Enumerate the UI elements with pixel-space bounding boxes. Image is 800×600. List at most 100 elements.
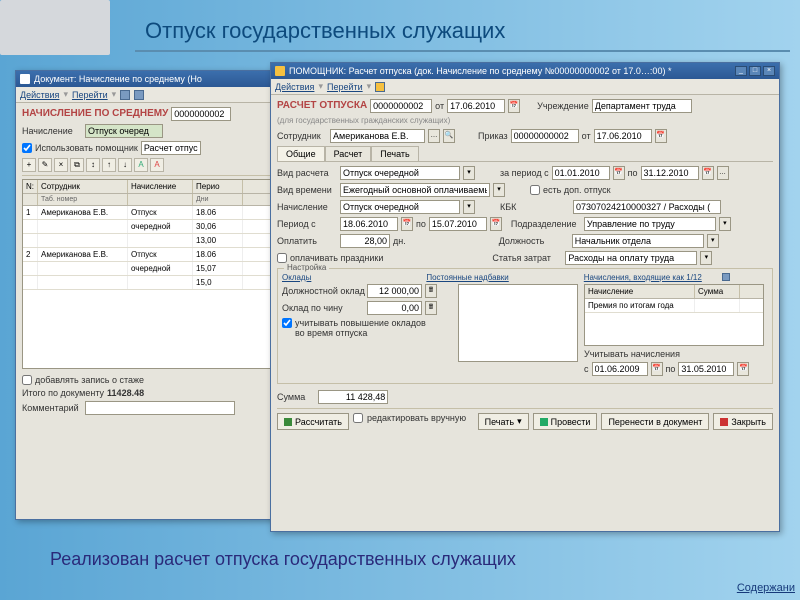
employee-input[interactable]: [330, 129, 425, 143]
menu-actions[interactable]: Действия: [20, 90, 59, 100]
accrual2-input[interactable]: [340, 200, 460, 214]
col-accruals[interactable]: Начисления, входящие как 1/12: [584, 273, 702, 282]
col-salary[interactable]: Оклады: [282, 273, 311, 282]
tb-b[interactable]: A: [150, 158, 164, 172]
consider-from-input[interactable]: [592, 362, 648, 376]
tb-edit[interactable]: ✎: [38, 158, 52, 172]
menu-go[interactable]: Перейти: [327, 82, 363, 92]
titlebar[interactable]: Документ: Начисление по среднему (Но: [16, 71, 284, 87]
table-row[interactable]: 2 Американова Е.В. Отпуск 18.06: [23, 248, 277, 262]
tb-more2[interactable]: ↓: [118, 158, 132, 172]
manual-checkbox[interactable]: [353, 413, 363, 423]
toc-link[interactable]: Содержани: [737, 582, 795, 594]
stage-checkbox[interactable]: [22, 375, 32, 385]
period-to-input[interactable]: [641, 166, 699, 180]
lens-icon[interactable]: 🔍: [443, 129, 455, 143]
dept-input[interactable]: [584, 217, 716, 231]
menu-actions[interactable]: Действия: [275, 82, 314, 92]
rank-salary-input[interactable]: [367, 301, 422, 315]
order-date-input[interactable]: [594, 129, 652, 143]
calendar-icon[interactable]: 📅: [702, 166, 714, 180]
table-row: очередной 15,07: [23, 262, 277, 276]
comment-input[interactable]: [85, 401, 235, 415]
more-icon[interactable]: …: [717, 166, 729, 180]
help-icon[interactable]: [375, 82, 385, 92]
menu-go[interactable]: Перейти: [72, 90, 108, 100]
calendar-icon[interactable]: 📅: [401, 217, 413, 231]
calendar-icon[interactable]: 📅: [613, 166, 625, 180]
calc-type-input[interactable]: [340, 166, 460, 180]
titlebar[interactable]: ПОМОЩНИК: Расчет отпуска (док. Начислени…: [271, 63, 779, 79]
period2-to-input[interactable]: [429, 217, 487, 231]
accruals-grid[interactable]: Начисление Сумма Премия по итогам года: [584, 284, 764, 346]
tb-del[interactable]: ×: [54, 158, 68, 172]
table-row[interactable]: Премия по итогам года: [585, 299, 763, 313]
transfer-button[interactable]: Перенести в документ: [601, 413, 709, 430]
close-button[interactable]: Закрыть: [713, 413, 773, 430]
calendar-icon[interactable]: 📅: [508, 99, 520, 113]
use-helper-checkbox[interactable]: [22, 143, 32, 153]
select-icon[interactable]: …: [428, 129, 440, 143]
print-button[interactable]: Печать▾: [478, 413, 529, 430]
tb-more1[interactable]: ↑: [102, 158, 116, 172]
dropdown-icon[interactable]: ▾: [719, 217, 731, 231]
accrual-grid[interactable]: N: Сотрудник Начисление Перио Таб. номер…: [22, 179, 278, 369]
sum-input[interactable]: [318, 390, 388, 404]
col-allowance[interactable]: Постоянные надбавки: [426, 273, 508, 282]
dropdown-icon[interactable]: ▾: [707, 234, 719, 248]
title-underline: [135, 50, 790, 52]
tb-copy[interactable]: ⧉: [70, 158, 84, 172]
time-type-input[interactable]: [340, 183, 490, 197]
expand-icon[interactable]: [722, 273, 730, 281]
expense-input[interactable]: [565, 251, 697, 265]
calculate-button[interactable]: Рассчитать: [277, 413, 349, 430]
raise-checkbox[interactable]: [282, 318, 292, 328]
calc-icon[interactable]: 🖩: [425, 284, 437, 298]
order-input[interactable]: [511, 129, 579, 143]
doc-no-input[interactable]: [370, 99, 432, 113]
dropdown-icon[interactable]: ▾: [463, 200, 475, 214]
minimize-button[interactable]: _: [735, 66, 747, 76]
period-from-input[interactable]: [552, 166, 610, 180]
table-row[interactable]: 1 Американова Е.В. Отпуск 18.06: [23, 206, 277, 220]
calendar-icon[interactable]: 📅: [651, 362, 663, 376]
calendar-icon[interactable]: 📅: [490, 217, 502, 231]
section-title: РАСЧЕТ ОТПУСКА: [277, 100, 367, 111]
base-salary-input[interactable]: [367, 284, 422, 298]
calendar-icon[interactable]: 📅: [737, 362, 749, 376]
position-input[interactable]: [572, 234, 704, 248]
helper-input[interactable]: [141, 141, 201, 155]
tab-general[interactable]: Общие: [277, 146, 325, 161]
calc-icon[interactable]: 🖩: [425, 301, 437, 315]
dropdown-icon[interactable]: ▾: [463, 166, 475, 180]
table-row: очередной 30,06: [23, 220, 277, 234]
dropdown-icon[interactable]: ▾: [700, 251, 712, 265]
tb-sort[interactable]: ↕: [86, 158, 100, 172]
page-title: Отпуск государственных служащих: [145, 18, 505, 44]
tab-calc[interactable]: Расчет: [325, 146, 372, 161]
maximize-button[interactable]: □: [749, 66, 761, 76]
accrual-input[interactable]: [85, 124, 163, 138]
extra-checkbox[interactable]: [530, 185, 540, 195]
tab-print[interactable]: Печать: [371, 146, 418, 161]
pay-days-input[interactable]: [340, 234, 390, 248]
tb-a[interactable]: A: [134, 158, 148, 172]
calendar-icon[interactable]: 📅: [655, 129, 667, 143]
close-button[interactable]: ×: [763, 66, 775, 76]
consider-to-input[interactable]: [678, 362, 734, 376]
tool-icon[interactable]: [134, 90, 144, 100]
allowance-grid[interactable]: [458, 284, 578, 362]
help-icon[interactable]: [120, 90, 130, 100]
kbk-input[interactable]: [573, 200, 721, 214]
period2-from-input[interactable]: [340, 217, 398, 231]
run-button[interactable]: Провести: [533, 413, 598, 430]
tb-add[interactable]: +: [22, 158, 36, 172]
date-input[interactable]: [447, 99, 505, 113]
doc-number-input[interactable]: [171, 107, 231, 121]
org-input[interactable]: [592, 99, 692, 113]
holidays-checkbox[interactable]: [277, 253, 287, 263]
dropdown-icon[interactable]: ▾: [493, 183, 505, 197]
helper-icon: [275, 66, 285, 76]
tabs: Общие Расчет Печать: [277, 146, 773, 162]
menubar: Действия ▾ Перейти ▾: [16, 87, 284, 103]
